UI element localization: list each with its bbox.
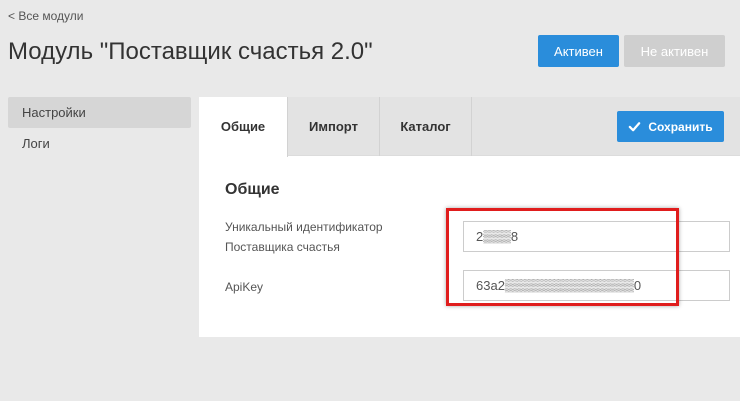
check-icon bbox=[629, 122, 641, 132]
active-button[interactable]: Активен bbox=[538, 35, 619, 67]
settings-panel: Общие Импорт Каталог Сохранить Общие Уни… bbox=[199, 97, 740, 337]
sidebar-item-settings[interactable]: Настройки bbox=[8, 97, 191, 128]
tab-bar: Общие Импорт Каталог Сохранить bbox=[199, 97, 740, 157]
save-button-label: Сохранить bbox=[648, 119, 713, 134]
unique-id-label: Уникальный идентификатор Поставщика счас… bbox=[225, 220, 383, 254]
tab-general[interactable]: Общие bbox=[199, 97, 288, 157]
inactive-button[interactable]: Не активен bbox=[624, 35, 725, 67]
tab-catalog[interactable]: Каталог bbox=[380, 97, 472, 156]
unique-id-input[interactable] bbox=[463, 221, 730, 252]
sidebar-item-logs[interactable]: Логи bbox=[8, 128, 191, 159]
page-title: Модуль "Поставщик счастья 2.0" bbox=[8, 38, 373, 65]
section-title: Общие bbox=[225, 181, 280, 198]
apikey-input[interactable] bbox=[463, 270, 730, 301]
back-to-modules-link[interactable]: < Все модули bbox=[8, 9, 83, 23]
save-button[interactable]: Сохранить bbox=[617, 111, 724, 142]
apikey-label: ApiKey bbox=[225, 280, 264, 294]
tab-import[interactable]: Импорт bbox=[288, 97, 380, 156]
sidebar: Настройки Логи bbox=[8, 97, 191, 159]
